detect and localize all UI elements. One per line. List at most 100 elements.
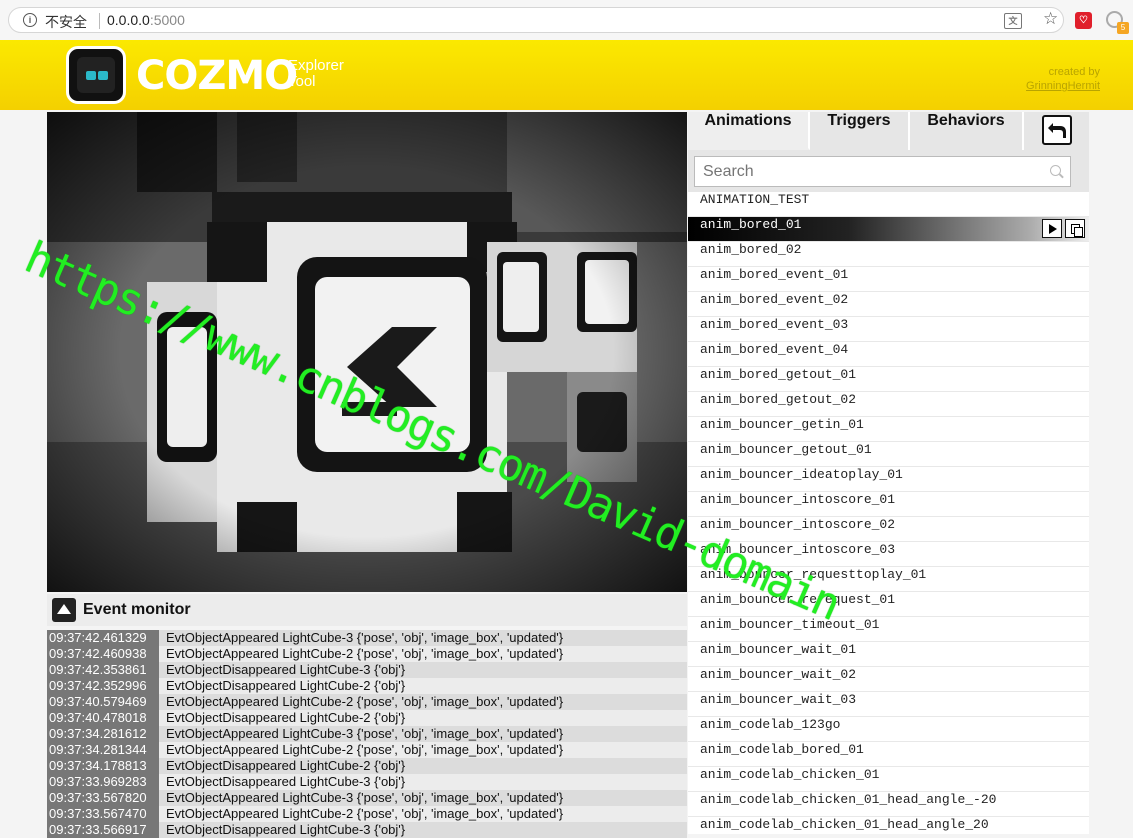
animation-item[interactable]: anim_bored_01 [688, 217, 1089, 242]
translate-icon[interactable]: 文 [1004, 13, 1022, 29]
animation-label: anim_bouncer_intoscore_01 [700, 492, 896, 507]
animation-item[interactable]: anim_codelab_chicken_01_head_angle_20 [688, 817, 1089, 834]
camera-feed [47, 112, 687, 592]
animation-item[interactable]: anim_bouncer_intoscore_02 [688, 517, 1089, 542]
app-header: COZMO Explorer Tool created by GrinningH… [0, 40, 1133, 110]
animation-item[interactable]: anim_bouncer_ideatoplay_01 [688, 467, 1089, 492]
extension-red-icon[interactable]: ♡ [1075, 12, 1092, 29]
event-timestamp: 09:37:42.353861 [47, 662, 159, 678]
animation-item[interactable]: anim_codelab_chicken_01 [688, 767, 1089, 792]
animation-label: anim_bouncer_wait_01 [700, 642, 857, 657]
url-text[interactable]: 0.0.0.0:5000 [107, 12, 185, 28]
animation-item[interactable]: anim_bouncer_getin_01 [688, 417, 1089, 442]
animation-item[interactable]: anim_bouncer_requesttoplay_01 [688, 567, 1089, 592]
event-row: 09:37:34.281612 EvtObjectAppeared LightCu… [47, 726, 687, 742]
product-name: Explorer Tool [288, 57, 344, 90]
tab-animations[interactable]: Animations [688, 112, 810, 150]
animation-label: anim_bored_event_02 [700, 292, 849, 307]
animation-item[interactable]: anim_bored_event_02 [688, 292, 1089, 317]
animation-item[interactable]: anim_bored_event_04 [688, 342, 1089, 367]
event-text: EvtObjectDisappeared LightCube-2 {'obj'} [166, 710, 406, 725]
event-text: EvtObjectAppeared LightCube-2 {'pose', '… [166, 694, 564, 709]
animation-item[interactable]: anim_bored_event_03 [688, 317, 1089, 342]
animation-label: anim_codelab_chicken_01_head_angle_-20 [700, 792, 997, 807]
animation-item[interactable]: anim_codelab_123go [688, 717, 1089, 742]
event-text: EvtObjectDisappeared LightCube-2 {'obj'} [166, 678, 406, 693]
animation-list: ANIMATION_TEST anim_bored_01 anim_bored_02… [688, 192, 1089, 834]
extension-badge: 5 [1117, 22, 1129, 34]
animation-item[interactable]: anim_codelab_bored_01 [688, 742, 1089, 767]
event-log: 09:37:42.461329 EvtObjectAppeared LightCu… [47, 630, 687, 838]
animation-label: anim_bouncer_getin_01 [700, 417, 864, 432]
event-timestamp: 09:37:42.460938 [47, 646, 159, 662]
event-text: EvtObjectAppeared LightCube-2 {'pose', '… [166, 742, 564, 757]
event-timestamp: 09:37:33.567820 [47, 790, 159, 806]
animation-label: anim_bouncer_timeout_01 [700, 617, 880, 632]
animation-item[interactable]: anim_bored_getout_01 [688, 367, 1089, 392]
search-input[interactable] [694, 156, 1071, 187]
event-timestamp: 09:37:33.566917 [47, 822, 159, 838]
extension-search-icon[interactable]: 5 [1106, 11, 1129, 34]
event-row: 09:37:33.969283 EvtObjectDisappeared Ligh… [47, 774, 687, 790]
animation-label: anim_bored_01 [700, 217, 802, 232]
event-timestamp: 09:37:40.579469 [47, 694, 159, 710]
security-label: 不安全 [45, 14, 87, 30]
event-row: 09:37:33.567820 EvtObjectAppeared LightCu… [47, 790, 687, 806]
event-text: EvtObjectAppeared LightCube-2 {'pose', '… [166, 646, 564, 661]
event-timestamp: 09:37:33.969283 [47, 774, 159, 790]
event-row: 09:37:34.281344 EvtObjectAppeared LightCu… [47, 742, 687, 758]
tab-bar: Animations Triggers Behaviors [688, 112, 1089, 150]
animation-item[interactable]: anim_bouncer_getout_01 [688, 442, 1089, 467]
animation-item[interactable]: anim_bouncer_wait_02 [688, 667, 1089, 692]
address-bar[interactable]: i 不安全 0.0.0.0:5000 文 ☆ [8, 7, 1064, 33]
animation-item[interactable]: anim_bored_event_01 [688, 267, 1089, 292]
animation-label: anim_bouncer_wait_03 [700, 692, 857, 707]
animation-item[interactable]: anim_codelab_chicken_01_head_angle_-20 [688, 792, 1089, 817]
play-icon[interactable] [1042, 219, 1062, 238]
event-text: EvtObjectDisappeared LightCube-3 {'obj'} [166, 822, 406, 837]
event-text: EvtObjectAppeared LightCube-3 {'pose', '… [166, 630, 564, 645]
animation-item[interactable]: anim_bouncer_rerequest_01 [688, 592, 1089, 617]
info-icon[interactable]: i [23, 13, 37, 27]
copy-icon[interactable] [1065, 219, 1085, 238]
tab-triggers[interactable]: Triggers [810, 112, 910, 150]
browser-toolbar: i 不安全 0.0.0.0:5000 文 ☆ ♡ 5 [0, 0, 1133, 41]
animation-label: anim_bored_02 [700, 242, 802, 257]
animation-item[interactable]: anim_bouncer_timeout_01 [688, 617, 1089, 642]
animation-label: anim_bored_event_03 [700, 317, 849, 332]
animation-label: anim_bouncer_ideatoplay_01 [700, 467, 903, 482]
animation-item[interactable]: anim_bouncer_wait_01 [688, 642, 1089, 667]
animation-item[interactable]: anim_bouncer_intoscore_01 [688, 492, 1089, 517]
event-row: 09:37:42.353861 EvtObjectDisappeared Ligh… [47, 662, 687, 678]
event-row: 09:37:40.478018 EvtObjectDisappeared Ligh… [47, 710, 687, 726]
author-link[interactable]: GrinningHermit [1026, 79, 1100, 93]
animation-item[interactable]: anim_bouncer_intoscore_03 [688, 542, 1089, 567]
event-text: EvtObjectAppeared LightCube-2 {'pose', '… [166, 806, 564, 821]
collapse-toggle-button[interactable] [52, 598, 76, 622]
animation-label: anim_codelab_123go [700, 717, 841, 732]
return-icon[interactable] [1042, 115, 1072, 145]
animation-label: anim_codelab_chicken_01_head_angle_20 [700, 817, 989, 832]
animation-label: anim_bouncer_wait_02 [700, 667, 857, 682]
event-text: EvtObjectDisappeared LightCube-3 {'obj'} [166, 774, 406, 789]
cozmo-logo-icon [66, 46, 126, 104]
event-row: 09:37:42.460938 EvtObjectAppeared LightCu… [47, 646, 687, 662]
animation-item[interactable]: anim_bored_02 [688, 242, 1089, 267]
event-timestamp: 09:37:42.352996 [47, 678, 159, 694]
bookmark-star-icon[interactable]: ☆ [1043, 9, 1058, 29]
event-timestamp: 09:37:33.567470 [47, 806, 159, 822]
divider [99, 13, 100, 29]
event-row: 09:37:34.178813 EvtObjectDisappeared Ligh… [47, 758, 687, 774]
event-timestamp: 09:37:40.478018 [47, 710, 159, 726]
tab-behaviors[interactable]: Behaviors [910, 112, 1024, 150]
animation-item[interactable]: anim_bored_getout_02 [688, 392, 1089, 417]
credit: created by GrinningHermit [1026, 66, 1100, 93]
animation-item[interactable]: anim_bouncer_wait_03 [688, 692, 1089, 717]
event-row: 09:37:42.461329 EvtObjectAppeared LightCu… [47, 630, 687, 646]
brand-name: COZMO [136, 53, 298, 99]
event-row: 09:37:33.566917 EvtObjectDisappeared Ligh… [47, 822, 687, 838]
event-row: 09:37:40.579469 EvtObjectAppeared LightCu… [47, 694, 687, 710]
event-timestamp: 09:37:34.178813 [47, 758, 159, 774]
event-timestamp: 09:37:34.281612 [47, 726, 159, 742]
animation-item[interactable]: ANIMATION_TEST [688, 192, 1089, 217]
